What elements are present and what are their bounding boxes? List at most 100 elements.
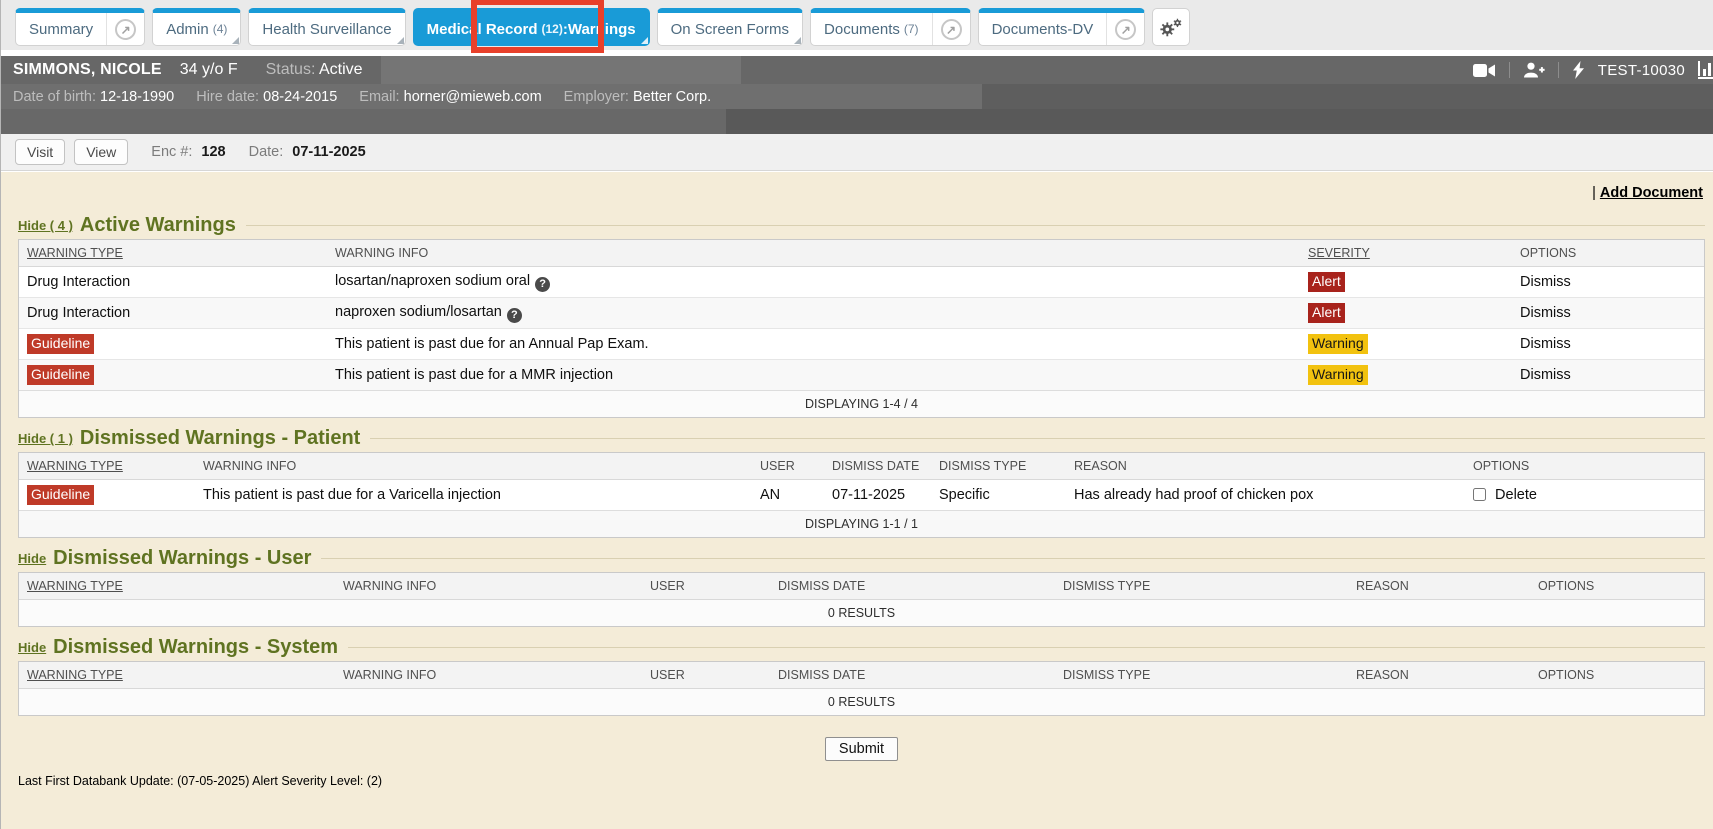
add-document-link[interactable]: Add Document xyxy=(1600,185,1703,201)
reason-text: Has already had proof of chicken pox xyxy=(1074,487,1313,503)
dropdown-notch-icon xyxy=(641,37,648,44)
col-options: OPTIONS xyxy=(1512,240,1704,267)
delete-label[interactable]: Delete xyxy=(1495,487,1537,503)
dropdown-notch-icon xyxy=(794,37,801,44)
visit-button[interactable]: Visit xyxy=(15,139,65,165)
warning-info-text: naproxen sodium/losartan xyxy=(335,304,502,320)
col-warning-info: WARNING INFO xyxy=(327,240,1300,267)
dismissed-patient-header: Hide ( 1 ) Dismissed Warnings - Patient xyxy=(18,427,1705,450)
tab-on-screen-forms-label: On Screen Forms xyxy=(671,21,789,38)
col-user: USER xyxy=(642,573,770,600)
encounter-date-value: 07-11-2025 xyxy=(292,144,365,160)
col-user: USER xyxy=(752,453,824,480)
tab-medical-record-count: (12) xyxy=(542,22,563,36)
status-label: Status: xyxy=(266,61,316,78)
tab-documents-dv-popout-button[interactable]: ↗ xyxy=(1106,13,1144,45)
col-dismiss-type: DISMISS TYPE xyxy=(931,453,1066,480)
section-divider-line xyxy=(370,438,1705,439)
severity-badge: Alert xyxy=(1308,272,1345,292)
hire-date-value: 08-24-2015 xyxy=(263,89,337,105)
col-dismiss-type: DISMISS TYPE xyxy=(1055,573,1348,600)
section-divider-line xyxy=(348,647,1705,648)
col-user: USER xyxy=(642,662,770,689)
warning-info-text: This patient is past due for a Varicella… xyxy=(203,487,501,503)
dismissed-system-table: WARNING TYPE WARNING INFO USER DISMISS D… xyxy=(18,661,1705,716)
tab-medical-record-warnings[interactable]: Medical Record (12):Warnings xyxy=(413,8,650,46)
active-warnings-hide-link[interactable]: Hide ( 4 ) xyxy=(18,218,73,233)
dismiss-link[interactable]: Dismiss xyxy=(1520,367,1571,383)
bar-chart-icon[interactable] xyxy=(1698,61,1713,79)
active-warnings-table: WARNING TYPE WARNING INFO SEVERITY OPTIO… xyxy=(18,239,1705,418)
paging-status: DISPLAYING 1-4 / 4 xyxy=(19,391,1704,418)
header-row3-background xyxy=(1,109,726,134)
status-value: Active xyxy=(319,61,363,78)
col-reason: REASON xyxy=(1066,453,1465,480)
tab-documents-dv[interactable]: Documents-DV ↗ xyxy=(978,8,1146,46)
col-warning-type[interactable]: WARNING TYPE xyxy=(19,240,327,267)
patient-name: SIMMONS, NICOLE xyxy=(13,61,162,79)
col-warning-type[interactable]: WARNING TYPE xyxy=(19,662,335,689)
tab-summary[interactable]: Summary ↗ xyxy=(15,8,145,46)
col-options: OPTIONS xyxy=(1530,573,1704,600)
tab-admin-count: (4) xyxy=(213,22,228,36)
section-divider-line xyxy=(321,558,1705,559)
col-warning-type[interactable]: WARNING TYPE xyxy=(19,453,195,480)
col-severity[interactable]: SEVERITY xyxy=(1300,240,1512,267)
open-in-new-icon: ↗ xyxy=(115,19,136,40)
status-field-background xyxy=(381,56,741,84)
video-camera-icon[interactable] xyxy=(1473,63,1496,78)
patient-id: TEST-10030 xyxy=(1598,62,1685,79)
tab-admin-label: Admin xyxy=(166,21,209,38)
tab-settings-button[interactable] xyxy=(1152,8,1190,46)
email-value: horner@mieweb.com xyxy=(404,89,542,105)
user-text: AN xyxy=(760,487,780,503)
col-warning-info: WARNING INFO xyxy=(335,573,642,600)
col-dismiss-date: DISMISS DATE xyxy=(770,573,1055,600)
view-button[interactable]: View xyxy=(74,139,128,165)
tab-documents-popout-button[interactable]: ↗ xyxy=(932,13,970,45)
employer-value: Better Corp. xyxy=(633,89,711,105)
tab-health-surveillance-label: Health Surveillance xyxy=(262,21,391,38)
warning-info-text: This patient is past due for a MMR injec… xyxy=(335,367,613,383)
tab-documents-count: (7) xyxy=(904,22,919,36)
encounter-date-label: Date: xyxy=(249,144,284,160)
help-icon[interactable]: ? xyxy=(507,308,522,323)
patient-header: SIMMONS, NICOLE 34 y/o F Status: Active … xyxy=(1,56,1713,134)
dismissed-user-title: Dismissed Warnings - User xyxy=(53,547,311,570)
email-label: Email: xyxy=(359,89,399,105)
help-icon[interactable]: ? xyxy=(535,277,550,292)
table-row: Guideline This patient is past due for a… xyxy=(19,480,1704,511)
encounter-toolbar: Visit View Enc #: 128 Date: 07-11-2025 xyxy=(1,134,1713,171)
table-row: Guideline This patient is past due for a… xyxy=(19,360,1704,391)
delete-checkbox[interactable] xyxy=(1473,488,1486,501)
tab-health-surveillance[interactable]: Health Surveillance xyxy=(248,8,405,46)
table-row: Drug Interaction naproxen sodium/losarta… xyxy=(19,298,1704,329)
warning-type-badge: Guideline xyxy=(27,485,94,505)
open-in-new-icon: ↗ xyxy=(941,19,962,40)
dismiss-link[interactable]: Dismiss xyxy=(1520,305,1571,321)
warning-type-badge: Guideline xyxy=(27,365,94,385)
tab-summary-popout-button[interactable]: ↗ xyxy=(106,13,144,45)
col-options: OPTIONS xyxy=(1465,453,1704,480)
warning-type-text: Drug Interaction xyxy=(27,305,130,321)
add-document-row: | Add Document xyxy=(18,172,1705,205)
warning-type-text: Drug Interaction xyxy=(27,274,130,290)
tab-documents[interactable]: Documents(7) ↗ xyxy=(810,8,971,46)
severity-badge: Warning xyxy=(1308,334,1368,354)
dismissed-patient-title: Dismissed Warnings - Patient xyxy=(80,427,360,450)
dismiss-link[interactable]: Dismiss xyxy=(1520,274,1571,290)
col-dismiss-date: DISMISS DATE xyxy=(770,662,1055,689)
col-warning-type[interactable]: WARNING TYPE xyxy=(19,573,335,600)
tab-on-screen-forms[interactable]: On Screen Forms xyxy=(657,8,803,46)
table-row: Drug Interaction losartan/naproxen sodiu… xyxy=(19,267,1704,298)
dismiss-link[interactable]: Dismiss xyxy=(1520,336,1571,352)
warning-info-text: This patient is past due for an Annual P… xyxy=(335,336,649,352)
dismissed-patient-hide-link[interactable]: Hide ( 1 ) xyxy=(18,431,73,446)
submit-button[interactable]: Submit xyxy=(825,737,898,761)
col-dismiss-date: DISMISS DATE xyxy=(824,453,931,480)
tab-admin[interactable]: Admin (4) xyxy=(152,8,241,46)
dismissed-user-hide-link[interactable]: Hide xyxy=(18,551,46,566)
add-person-icon[interactable] xyxy=(1523,62,1545,78)
lightning-bolt-icon[interactable] xyxy=(1572,61,1585,79)
dismissed-system-hide-link[interactable]: Hide xyxy=(18,640,46,655)
